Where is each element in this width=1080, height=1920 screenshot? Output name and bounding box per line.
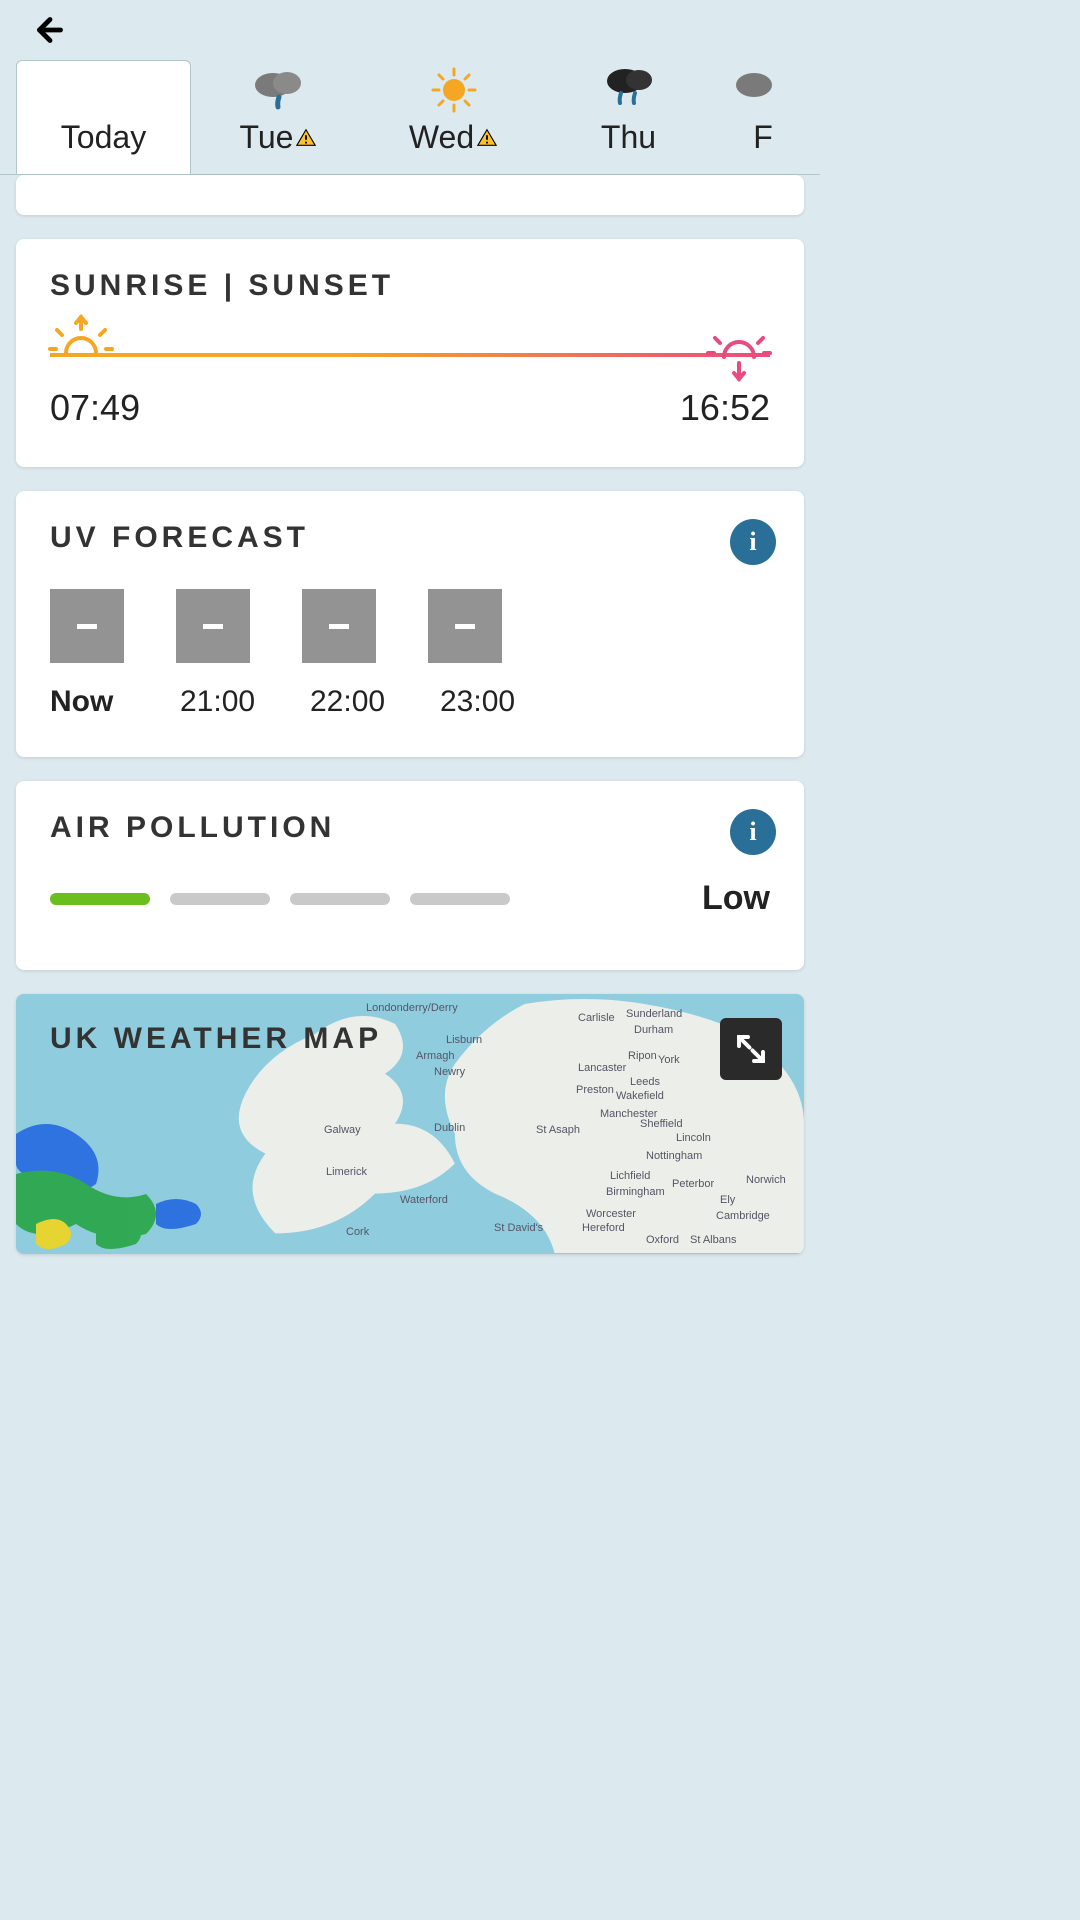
uk-weather-map-card[interactable]: UK WEATHER MAP Londonderry/Derry Lisburn… — [16, 994, 804, 1254]
tab-label: Wed — [409, 119, 498, 156]
sunrise-sunset-card: SUNRISE | SUNSET 07:49 16:52 — [16, 239, 804, 467]
expand-button[interactable] — [720, 1018, 782, 1080]
air-bar — [410, 893, 510, 905]
day-tabs: Today Tue Wed Thu F — [0, 60, 820, 175]
tab-label: Today — [61, 119, 146, 156]
rain-cloud-icon — [730, 67, 790, 113]
tab-wed[interactable]: Wed — [366, 60, 541, 174]
info-button[interactable]: i — [730, 809, 776, 855]
uv-box — [50, 589, 124, 663]
tab-thu[interactable]: Thu — [541, 60, 716, 174]
tab-label: Thu — [601, 119, 656, 156]
uv-forecast-card: UV FORECAST i Now 21:00 22:00 23:00 — [16, 491, 804, 757]
card-title: UK WEATHER MAP — [50, 1022, 382, 1056]
air-level: Low — [702, 879, 770, 918]
uv-box — [428, 589, 502, 663]
warning-icon — [295, 127, 317, 149]
uv-boxes — [50, 589, 770, 663]
sun-path-line — [50, 353, 770, 357]
tab-tue[interactable]: Tue — [191, 60, 366, 174]
air-bar — [170, 893, 270, 905]
expand-icon — [733, 1031, 769, 1067]
air-pollution-bars: Low — [50, 879, 770, 918]
uv-time: 21:00 — [180, 685, 272, 719]
rain-cloud-icon — [249, 67, 309, 113]
sunrise-time: 07:49 — [50, 387, 140, 429]
uv-time: Now — [50, 685, 142, 719]
sunrise-icon — [46, 311, 116, 357]
uv-box — [176, 589, 250, 663]
tab-label: Tue — [240, 119, 318, 156]
sunset-icon — [704, 335, 774, 391]
tab-label: F — [753, 119, 773, 156]
uv-time: 23:00 — [440, 685, 532, 719]
air-pollution-card: AIR POLLUTION i Low — [16, 781, 804, 970]
uv-box — [302, 589, 376, 663]
uv-time: 22:00 — [310, 685, 402, 719]
spacer-card — [16, 175, 804, 215]
card-title: AIR POLLUTION — [50, 811, 770, 845]
sunset-time: 16:52 — [680, 387, 770, 429]
info-button[interactable]: i — [730, 519, 776, 565]
air-bar — [50, 893, 150, 905]
card-title: UV FORECAST — [50, 521, 770, 555]
tab-fri[interactable]: F — [716, 60, 790, 174]
back-button[interactable] — [30, 10, 70, 50]
tab-today[interactable]: Today — [16, 60, 191, 174]
air-bar — [290, 893, 390, 905]
storm-cloud-icon — [599, 67, 659, 113]
card-title: SUNRISE | SUNSET — [50, 269, 770, 303]
warning-icon — [476, 127, 498, 149]
uv-times: Now 21:00 22:00 23:00 — [50, 685, 770, 719]
sun-icon — [424, 67, 484, 113]
